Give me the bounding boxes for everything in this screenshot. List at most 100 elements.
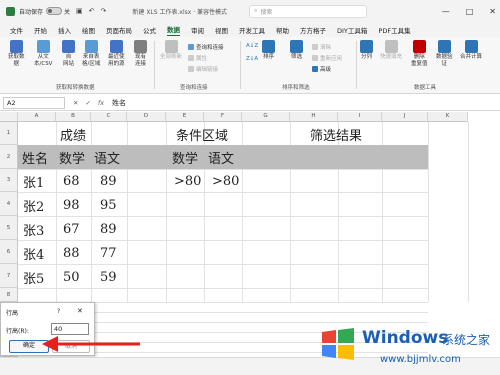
- tab-11[interactable]: 方方格子: [300, 25, 326, 35]
- get-data-button[interactable]: 获取数 据: [8, 40, 25, 68]
- row-header-4[interactable]: 4: [0, 192, 18, 216]
- cancel-button[interactable]: 取消: [52, 340, 90, 353]
- tab-8[interactable]: 视图: [215, 25, 228, 35]
- properties-button[interactable]: 属性: [188, 54, 207, 62]
- data-cell-r2-c1[interactable]: 张2: [23, 195, 44, 215]
- column-header-A[interactable]: A: [18, 112, 56, 122]
- help-icon[interactable]: ?: [57, 308, 60, 315]
- row-header-7[interactable]: 7: [0, 264, 18, 288]
- tab-3[interactable]: 绘图: [82, 25, 95, 35]
- cell-cond-chinese-value[interactable]: >80: [212, 171, 239, 191]
- ok-button[interactable]: 确定: [9, 340, 49, 353]
- filter-button[interactable]: 筛选: [290, 40, 303, 61]
- save-icon[interactable]: ▣: [76, 7, 83, 15]
- data-cell-r3-c3[interactable]: 89: [100, 219, 117, 239]
- existing-connections-button[interactable]: 现有 连接: [134, 40, 147, 68]
- column-header-G[interactable]: G: [242, 112, 290, 122]
- row-header-5[interactable]: 5: [0, 216, 18, 240]
- search-box[interactable]: ⌕ 搜索: [249, 4, 368, 18]
- data-cell-r4-c2[interactable]: 88: [63, 243, 80, 263]
- cancel-icon[interactable]: ✕: [73, 99, 78, 107]
- recent-sources-button[interactable]: 最近使 用的源: [108, 40, 125, 68]
- from-web-button[interactable]: 自 网站: [62, 40, 75, 68]
- tab-2[interactable]: 插入: [58, 25, 71, 35]
- undo-icon[interactable]: ↶: [89, 7, 95, 15]
- sort-button[interactable]: 排序: [262, 40, 275, 61]
- data-cell-r1-c3[interactable]: 89: [100, 171, 117, 191]
- autosave-toggle[interactable]: [46, 7, 63, 15]
- queries-connections-button[interactable]: 查询和连接: [188, 43, 224, 51]
- sort-za-button[interactable]: Z↓A: [246, 56, 258, 62]
- tab-9[interactable]: 开发工具: [239, 25, 265, 35]
- data-cell-r1-c2[interactable]: 68: [63, 171, 80, 191]
- tab-5[interactable]: 公式: [143, 25, 156, 35]
- column-header-F[interactable]: F: [204, 112, 242, 122]
- data-cell-r2-c3[interactable]: 95: [100, 195, 117, 215]
- cell-cond-chinese[interactable]: 语文: [208, 147, 234, 167]
- sort-az-button[interactable]: A↓Z: [246, 43, 258, 49]
- redo-icon[interactable]: ↷: [101, 7, 107, 15]
- header-result[interactable]: 筛选结果: [310, 124, 362, 144]
- minimize-button[interactable]: —: [442, 7, 450, 16]
- flash-fill-button[interactable]: 快速填充: [380, 40, 402, 61]
- data-cell-r4-c1[interactable]: 张4: [23, 243, 44, 263]
- cell-cond-math[interactable]: 数学: [172, 147, 198, 167]
- data-cell-r5-c3[interactable]: 59: [100, 267, 117, 287]
- data-cell-r5-c2[interactable]: 50: [63, 267, 80, 287]
- refresh-all-button[interactable]: 全部刷新: [160, 40, 182, 61]
- row-header-6[interactable]: 6: [0, 240, 18, 264]
- column-header-E[interactable]: E: [166, 112, 204, 122]
- data-cell-r3-c1[interactable]: 张3: [23, 219, 44, 239]
- column-header-J[interactable]: J: [382, 112, 428, 122]
- remove-duplicates-button[interactable]: 删除 重复值: [411, 40, 428, 68]
- cell-col-chinese[interactable]: 语文: [94, 147, 120, 167]
- row-header-2[interactable]: 2: [0, 145, 18, 169]
- dialog-close-button[interactable]: ✕: [77, 307, 83, 315]
- formula-input[interactable]: 姓名: [112, 98, 126, 108]
- cell-col-name[interactable]: 姓名: [22, 147, 48, 167]
- column-header-H[interactable]: H: [290, 112, 338, 122]
- data-cell-r5-c1[interactable]: 张5: [23, 267, 44, 287]
- data-cell-r1-c1[interactable]: 张1: [23, 171, 44, 191]
- data-validation-button[interactable]: 数据验 证: [436, 40, 453, 68]
- advanced-filter-button[interactable]: 高级: [312, 65, 331, 73]
- name-box[interactable]: A2: [3, 96, 65, 109]
- consolidate-icon: [464, 40, 478, 53]
- row-header-1[interactable]: 1: [0, 122, 18, 145]
- tab-6[interactable]: 数据: [167, 24, 180, 36]
- tab-0[interactable]: 文件: [10, 25, 23, 35]
- close-button[interactable]: ✕: [489, 7, 496, 16]
- data-cell-r4-c3[interactable]: 77: [100, 243, 117, 263]
- column-header-K[interactable]: K: [428, 112, 468, 122]
- clear-button[interactable]: 清除: [312, 43, 331, 51]
- header-condition[interactable]: 条件区域: [176, 124, 228, 144]
- text-to-columns-button[interactable]: 分列: [360, 40, 373, 61]
- from-table-range-button[interactable]: 来自表 格/区域: [82, 40, 100, 68]
- confirm-icon[interactable]: ✓: [85, 99, 90, 107]
- data-cell-r3-c2[interactable]: 67: [63, 219, 80, 239]
- row-header-3[interactable]: 3: [0, 169, 18, 192]
- row-height-input[interactable]: 40: [51, 323, 89, 335]
- tab-4[interactable]: 页面布局: [106, 25, 132, 35]
- header-score[interactable]: 成绩: [60, 124, 86, 144]
- consolidate-button[interactable]: 合并计算: [460, 40, 482, 61]
- cell-col-math[interactable]: 数学: [59, 147, 85, 167]
- tab-7[interactable]: 审阅: [191, 25, 204, 35]
- row-header-8[interactable]: 8: [0, 288, 18, 302]
- function-icon[interactable]: fx: [98, 99, 104, 107]
- column-header-I[interactable]: I: [338, 112, 382, 122]
- tab-12[interactable]: DIY工具箱: [337, 25, 367, 35]
- data-cell-r2-c2[interactable]: 98: [63, 195, 80, 215]
- reapply-button[interactable]: 重新应用: [312, 54, 342, 62]
- column-header-B[interactable]: B: [56, 112, 91, 122]
- tab-10[interactable]: 帮助: [276, 25, 289, 35]
- cell-cond-math-value[interactable]: >80: [174, 171, 201, 191]
- maximize-button[interactable]: □: [466, 7, 474, 16]
- tab-13[interactable]: PDF工具集: [378, 25, 410, 35]
- tab-1[interactable]: 开始: [34, 25, 47, 35]
- from-text-csv-button[interactable]: 从文 本/CSV: [34, 40, 52, 68]
- select-all-corner[interactable]: [0, 112, 18, 122]
- column-header-D[interactable]: D: [127, 112, 166, 122]
- column-header-C[interactable]: C: [91, 112, 127, 122]
- edit-links-button[interactable]: 编辑链接: [188, 65, 218, 73]
